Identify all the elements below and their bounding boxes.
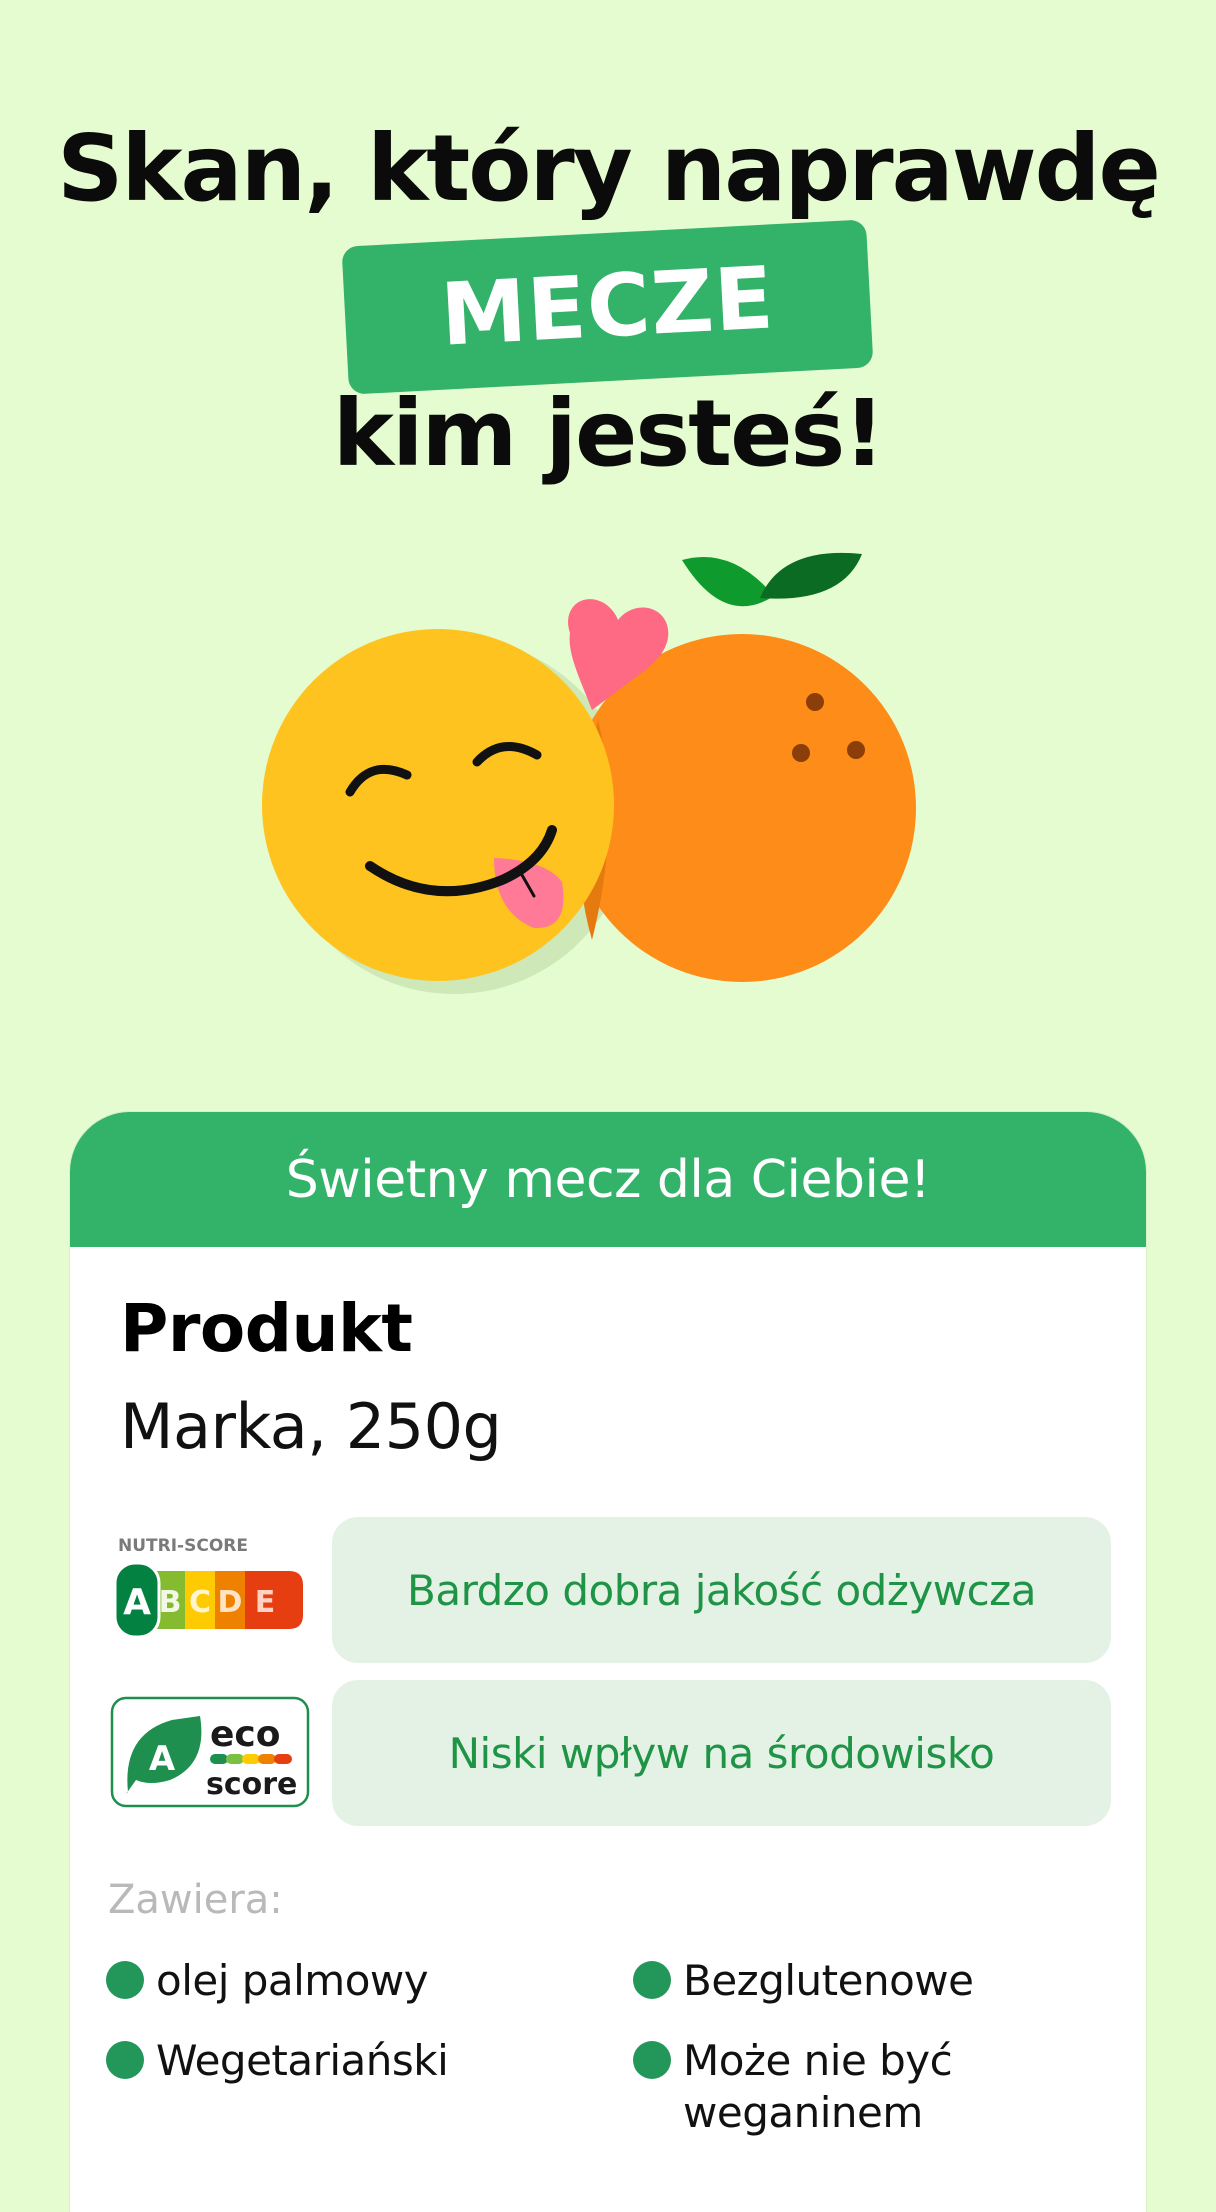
leaf-icon: [682, 556, 774, 607]
eco-grade: A: [149, 1739, 176, 1779]
nutri-letter: D: [218, 1585, 243, 1620]
orange-dot: [847, 741, 865, 759]
nutri-score-description: Bardzo dobra jakość odżywcza: [332, 1517, 1111, 1663]
smiley-orange-illustration: [262, 552, 916, 994]
eco-score-description: Niski wpływ na środowisko: [332, 1680, 1111, 1826]
tag-item: Wegetariański: [106, 2035, 449, 2087]
headline-line-3: kim jesteś!: [332, 380, 885, 487]
eco-word: score: [206, 1767, 297, 1802]
eco-score-logo-icon: A eco score: [110, 1696, 310, 1808]
product-brand: Marka, 250g: [120, 1390, 502, 1463]
highlight-badge-text: MECZE: [438, 248, 777, 366]
tag-label: olej palmowy: [156, 1956, 429, 2005]
nutri-letter: E: [255, 1585, 276, 1620]
tag-dot-icon: [106, 2041, 144, 2079]
nutri-score-row: NUTRI-SCORE B C D E A Bardzo dobra jakoś…: [110, 1517, 1116, 1665]
orange-dot: [806, 693, 824, 711]
eco-score-row: A eco score Niski wpływ na środowisko: [110, 1680, 1116, 1828]
product-name: Produkt: [120, 1290, 413, 1367]
nutri-score-label: NUTRI-SCORE: [118, 1536, 248, 1556]
card-header: Świetny mecz dla Ciebie!: [70, 1112, 1146, 1247]
nutri-score-logo-icon: NUTRI-SCORE B C D E A: [113, 1536, 303, 1639]
orange-dot: [792, 744, 810, 762]
smiley-face-icon: [262, 629, 614, 981]
leaf-icon: [760, 552, 862, 599]
tag-dot-icon: [106, 1961, 144, 1999]
tag-dot-icon: [633, 2041, 671, 2079]
contains-title: Zawiera:: [108, 1877, 283, 1923]
tag-item: Może nie być weganinem: [633, 2035, 993, 2139]
nutri-letter: B: [159, 1585, 182, 1620]
nutri-letter: C: [189, 1585, 211, 1620]
tag-dot-icon: [633, 1961, 671, 1999]
tag-item: olej palmowy: [106, 1955, 429, 2007]
eco-word: eco: [210, 1714, 281, 1755]
tag-label: Bezglutenowe: [683, 1956, 974, 2005]
headline-line-1: Skan, który naprawdę: [57, 115, 1161, 222]
tag-label: Wegetariański: [156, 2036, 449, 2085]
highlight-badge: MECZE: [341, 219, 874, 395]
product-match-card[interactable]: Świetny mecz dla Ciebie! Produkt Marka, …: [70, 1112, 1146, 2212]
nutri-grade: A: [123, 1582, 151, 1623]
tag-item: Bezglutenowe: [633, 1955, 974, 2007]
tag-label: Może nie być weganinem: [683, 2036, 953, 2137]
